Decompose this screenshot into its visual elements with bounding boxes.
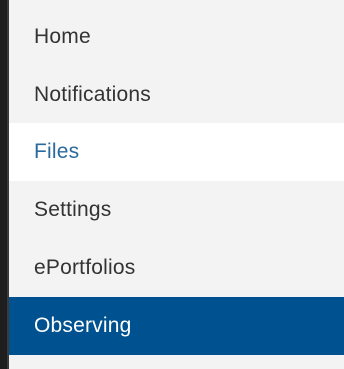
left-edge-bar: [0, 0, 9, 369]
nav-item-files-label: Files: [34, 140, 80, 163]
nav-item-notifications-label: Notifications: [34, 83, 151, 106]
nav-item-eportfolios[interactable]: ePortfolios: [9, 239, 344, 297]
nav-item-settings-label: Settings: [34, 198, 112, 221]
nav-item-observing[interactable]: Observing: [9, 297, 344, 355]
nav-item-home-label: Home: [34, 25, 91, 48]
nav-item-settings[interactable]: Settings: [9, 181, 344, 239]
account-navigation-menu: Home Notifications Files Settings ePortf…: [9, 0, 344, 369]
nav-item-home[interactable]: Home: [9, 8, 344, 66]
nav-item-files[interactable]: Files: [9, 123, 344, 181]
nav-item-observing-label: Observing: [34, 314, 132, 337]
nav-item-eportfolios-label: ePortfolios: [34, 256, 136, 279]
nav-item-notifications[interactable]: Notifications: [9, 66, 344, 124]
